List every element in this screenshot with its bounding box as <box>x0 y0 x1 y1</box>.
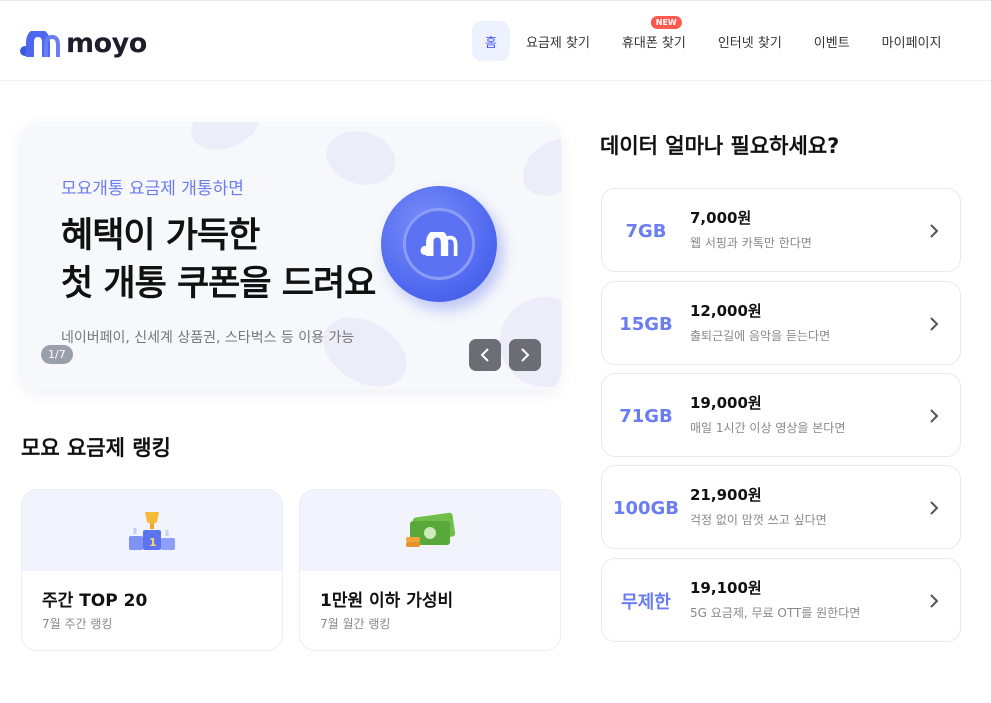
nav-item-find-internet[interactable]: 인터넷 찾기 <box>702 21 798 61</box>
money-icon <box>406 512 456 547</box>
data-plan-option[interactable]: 7GB 7,000원 웹 서핑과 카톡만 한다면 <box>601 188 961 272</box>
plan-price: 19,100원 <box>690 579 762 597</box>
nav-label: 홈 <box>485 35 497 51</box>
ranking-card-image <box>300 490 560 571</box>
data-plan-option[interactable]: 100GB 21,900원 걱정 없이 맘껏 쓰고 싶다면 <box>601 465 961 549</box>
plan-data-amount: 15GB <box>619 313 673 335</box>
plan-description: 출퇴근길에 음악을 듣는다면 <box>690 329 831 343</box>
chevron-right-icon <box>930 224 939 238</box>
nav-item-find-plan[interactable]: 요금제 찾기 <box>510 21 606 61</box>
moyo-logo[interactable]: moyo <box>20 28 147 59</box>
decor-coin <box>184 122 266 159</box>
nav-label: 요금제 찾기 <box>525 35 590 51</box>
banner-subtitle: 모요개통 요금제 개통하면 <box>61 179 244 199</box>
chevron-right-icon <box>930 501 939 515</box>
nav-item-home[interactable]: 홈 <box>472 21 510 61</box>
plan-price: 21,900원 <box>690 486 762 504</box>
nav-label: 인터넷 찾기 <box>717 35 782 51</box>
ranking-card-value[interactable]: 1만원 이하 가성비 7월 월간 랭킹 <box>299 489 561 651</box>
moyo-logo-icon <box>20 30 60 57</box>
data-plan-option[interactable]: 15GB 12,000원 출퇴근길에 음악을 듣는다면 <box>601 281 961 365</box>
nav-label: 마이페이지 <box>881 35 942 51</box>
data-question-title: 데이터 얼마나 필요하세요? <box>600 134 840 158</box>
main-nav: 홈 요금제 찾기 휴대폰 찾기 NEW 인터넷 찾기 이벤트 마이페이지 <box>472 16 958 61</box>
prev-slide-button[interactable] <box>469 339 501 371</box>
banner-description: 네이버페이, 신세계 상품권, 스타벅스 등 이용 가능 <box>61 330 355 346</box>
ranking-card-sub: 7월 월간 랭킹 <box>320 617 391 631</box>
trophy-podium-icon: 1 <box>129 511 175 550</box>
promo-banner[interactable]: 모요개통 요금제 개통하면 혜택이 가득한 첫 개통 쿠폰을 드려요 네이버페이… <box>20 122 561 390</box>
chevron-right-icon <box>930 594 939 608</box>
plan-price: 12,000원 <box>690 302 762 320</box>
banner-title-line1: 혜택이 가득한 <box>61 216 260 256</box>
decor-coin <box>511 126 561 208</box>
banner-title-line2: 첫 개통 쿠폰을 드려요 <box>61 264 376 304</box>
chevron-left-icon <box>480 348 489 362</box>
logo-text: moyo <box>66 28 147 59</box>
next-slide-button[interactable] <box>509 339 541 371</box>
plan-description: 5G 요금제, 무료 OTT를 원한다면 <box>690 606 861 620</box>
nav-label: 휴대폰 찾기 <box>621 35 686 51</box>
nav-item-mypage[interactable]: 마이페이지 <box>866 21 958 61</box>
plan-description: 걱정 없이 맘껏 쓰고 싶다면 <box>690 513 827 527</box>
decor-coin <box>320 123 402 193</box>
moyo-coin-logo-icon <box>403 208 475 280</box>
data-plan-option[interactable]: 71GB 19,000원 매일 1시간 이상 영상을 본다면 <box>601 373 961 457</box>
ranking-card-sub: 7월 주간 랭킹 <box>42 617 113 631</box>
ranking-card-image: 1 <box>22 490 282 571</box>
ranking-card-name: 주간 TOP 20 <box>42 591 148 611</box>
plan-data-amount: 100GB <box>612 497 680 519</box>
plan-price: 7,000원 <box>690 209 752 227</box>
nav-label: 이벤트 <box>813 35 850 51</box>
plan-data-amount: 71GB <box>619 405 673 427</box>
data-plan-option[interactable]: 무제한 19,100원 5G 요금제, 무료 OTT를 원한다면 <box>601 558 961 642</box>
chevron-right-icon <box>930 409 939 423</box>
moyo-coin-mark <box>420 232 458 256</box>
nav-item-event[interactable]: 이벤트 <box>798 21 866 61</box>
nav-item-find-phone[interactable]: 휴대폰 찾기 NEW <box>606 16 702 61</box>
ranking-title: 모요 요금제 랭킹 <box>21 436 171 460</box>
banner-title: 혜택이 가득한 첫 개통 쿠폰을 드려요 <box>61 212 376 308</box>
ranking-card-name: 1만원 이하 가성비 <box>320 591 454 611</box>
plan-description: 웹 서핑과 카톡만 한다면 <box>690 236 812 250</box>
chevron-right-icon <box>930 317 939 331</box>
chevron-right-icon <box>521 348 530 362</box>
plan-data-amount: 7GB <box>625 220 667 242</box>
plan-data-amount: 무제한 <box>621 592 671 613</box>
new-badge: NEW <box>650 16 682 29</box>
plan-price: 19,000원 <box>690 394 762 412</box>
plan-description: 매일 1시간 이상 영상을 본다면 <box>690 421 846 435</box>
coin-image <box>381 186 497 302</box>
ranking-card-weekly[interactable]: 1 주간 TOP 20 7월 주간 랭킹 <box>21 489 283 651</box>
svg-text:1: 1 <box>149 536 157 549</box>
slide-counter: 1/7 <box>41 345 73 364</box>
top-header: moyo 홈 요금제 찾기 휴대폰 찾기 NEW 인터넷 찾기 이벤트 마이페이… <box>0 0 991 81</box>
